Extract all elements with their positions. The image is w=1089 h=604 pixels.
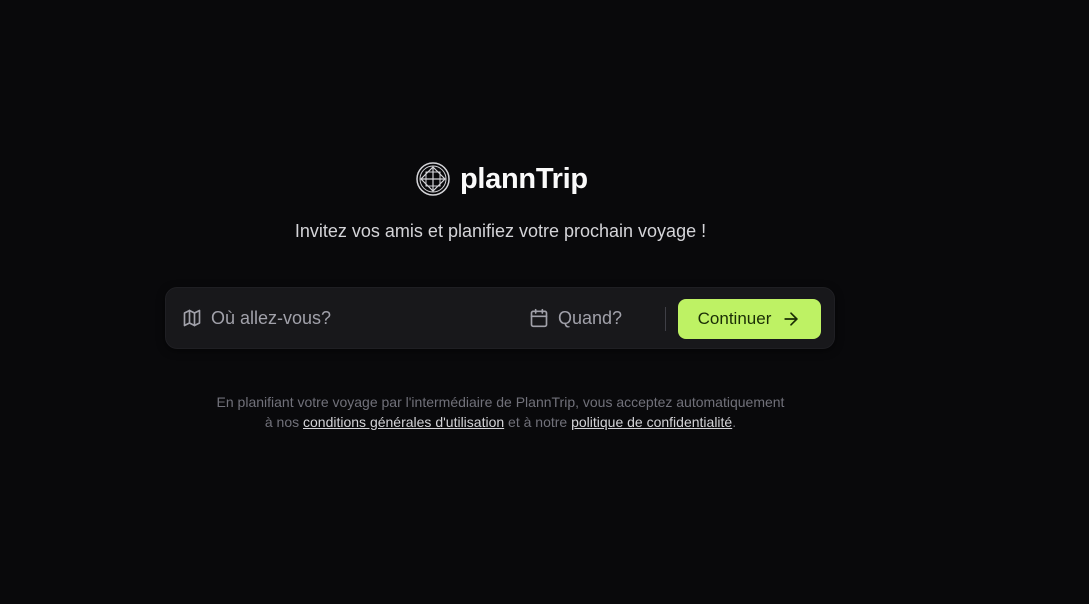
destination-field[interactable] [182,307,471,329]
brand-header: plannTrip [416,162,588,196]
arrow-right-icon [781,309,801,329]
tagline: Invitez vos amis et planifiez votre proc… [294,221,707,241]
map-icon [182,308,202,328]
legal-line-1: En planifiant votre voyage par l'intermé… [216,394,785,410]
legal-middle: et à notre [504,414,572,430]
legal-suffix: . [732,414,737,430]
terms-link[interactable]: conditions générales d'utilisation [303,414,504,430]
legal-notice: En planifiant votre voyage par l'intermé… [0,392,1001,432]
date-input[interactable] [558,307,638,329]
brand-name: plannTrip [460,162,588,195]
date-field[interactable] [529,307,638,329]
trip-search-bar: Continuer [165,287,835,349]
page: plannTrip Invitez vos amis et planifiez … [0,0,1089,604]
legal-prefix: à nos [264,414,304,430]
continue-label: Continuer [697,309,772,328]
field-divider [665,307,666,331]
globe-icon [416,162,450,196]
continue-button[interactable]: Continuer [678,299,821,339]
calendar-icon [529,308,549,328]
privacy-link[interactable]: politique de confidentialité [571,414,732,430]
destination-input[interactable] [211,307,471,329]
